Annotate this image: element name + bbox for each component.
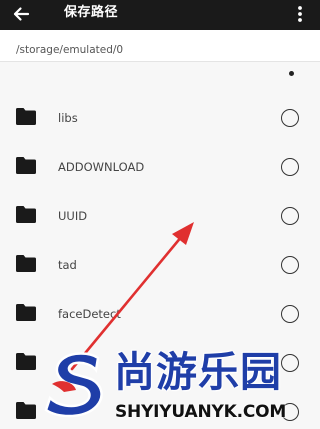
- folder-row[interactable]: UUID: [0, 192, 320, 241]
- folder-name: libs: [58, 111, 78, 125]
- folder-row[interactable]: libs: [0, 94, 320, 143]
- folder-icon: [16, 402, 36, 419]
- watermark: 尚游乐园 SHYIYUANYK.COM: [38, 346, 320, 429]
- folder-icon: [16, 353, 36, 370]
- watermark-url: SHYIYUANYK.COM: [115, 402, 287, 422]
- folder-icon: [16, 157, 36, 174]
- folder-radio[interactable]: [281, 256, 299, 274]
- folder-name: ADDOWNLOAD: [58, 160, 145, 174]
- folder-name: tad: [58, 258, 77, 272]
- folder-radio[interactable]: [281, 305, 299, 323]
- folder-name: faceDetect: [58, 307, 121, 321]
- folder-radio[interactable]: [281, 158, 299, 176]
- folder-row[interactable]: faceDetect: [0, 290, 320, 339]
- folder-icon: [16, 304, 36, 321]
- folder-name: UUID: [58, 209, 88, 223]
- folder-row[interactable]: ADDOWNLOAD: [0, 143, 320, 192]
- watermark-text: 尚游乐园: [114, 348, 282, 396]
- current-path: /storage/emulated/0: [16, 44, 124, 56]
- watermark-logo-icon: [44, 352, 103, 418]
- folder-row[interactable]: tad: [0, 241, 320, 290]
- app-bar: 保存路径: [0, 0, 320, 30]
- page-title: 保存路径: [64, 5, 119, 20]
- folder-icon: [16, 255, 36, 272]
- back-button[interactable]: [8, 1, 34, 27]
- folder-icon: [16, 108, 36, 125]
- more-options-button[interactable]: [290, 3, 310, 25]
- arrow-left-icon: [13, 7, 30, 21]
- folder-icon: [16, 206, 36, 223]
- folder-radio[interactable]: [281, 109, 299, 127]
- scroll-indicator: [289, 71, 294, 76]
- more-vertical-icon: [298, 6, 302, 22]
- folder-radio[interactable]: [281, 207, 299, 225]
